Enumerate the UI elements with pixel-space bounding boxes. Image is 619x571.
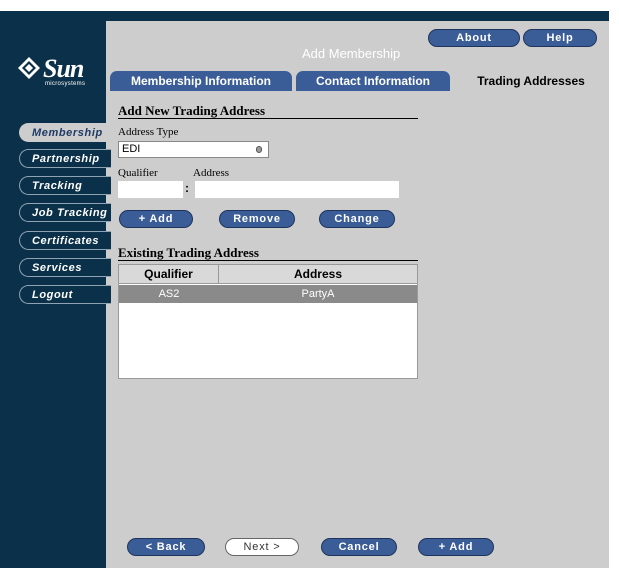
qualifier-label: Qualifier <box>118 167 158 179</box>
existing-section-divider <box>118 260 418 261</box>
page-title: Add Membership <box>302 46 401 61</box>
address-type-value: EDI <box>122 143 141 155</box>
back-button[interactable]: < Back <box>127 538 205 556</box>
tab-label: Membership Information <box>130 74 271 88</box>
table-row[interactable]: AS2 PartyA <box>119 285 417 303</box>
address-input[interactable] <box>195 181 399 198</box>
sidebar-item-partnership[interactable]: Partnership <box>19 149 111 168</box>
tab-trading-addresses[interactable]: Trading Addresses <box>455 68 607 91</box>
sidebar-item-logout[interactable]: Logout <box>19 285 111 304</box>
sidebar-item-job-tracking[interactable]: Job Tracking <box>19 203 111 222</box>
add-section-title: Add New Trading Address <box>118 103 266 118</box>
sun-diamond-icon <box>18 57 40 79</box>
sidebar-item-label: Certificates <box>32 235 100 247</box>
logo-text: Sun <box>43 54 84 83</box>
sidebar-item-services[interactable]: Services <box>19 258 111 277</box>
cancel-button[interactable]: Cancel <box>321 538 397 556</box>
sidebar-item-label: Partnership <box>32 153 100 165</box>
sidebar-item-label: Job Tracking <box>32 207 108 219</box>
add-address-button[interactable]: + Add <box>119 210 193 228</box>
dropdown-knob-icon <box>256 146 262 153</box>
qualifier-input[interactable] <box>118 181 183 198</box>
existing-section-title: Existing Trading Address <box>118 245 259 260</box>
address-type-label: Address Type <box>118 126 179 138</box>
sidebar-item-membership[interactable]: Membership <box>19 123 112 142</box>
qualifier-address-separator: : <box>185 181 189 195</box>
sidebar-item-label: Services <box>32 262 83 274</box>
next-button[interactable]: Next > <box>225 538 299 556</box>
top-bar <box>0 11 609 21</box>
help-button[interactable]: Help <box>523 29 597 47</box>
remove-address-button[interactable]: Remove <box>219 210 295 228</box>
tab-contact-information[interactable]: Contact Information <box>296 71 450 91</box>
about-button[interactable]: About <box>428 29 520 47</box>
column-header-address[interactable]: Address <box>219 265 417 284</box>
footer-add-button[interactable]: + Add <box>418 538 494 556</box>
sidebar-item-label: Tracking <box>32 180 83 192</box>
add-section-divider <box>118 118 418 119</box>
sidebar-item-label: Logout <box>32 289 73 301</box>
tab-membership-information[interactable]: Membership Information <box>110 71 292 91</box>
address-type-select[interactable]: EDI <box>118 141 269 158</box>
row-qualifier: AS2 <box>158 288 180 300</box>
sidebar-item-label: Membership <box>32 127 103 139</box>
logo-subtext: microsystems <box>45 81 86 87</box>
tab-label: Trading Addresses <box>477 74 585 88</box>
sun-logo: Sun microsystems <box>18 54 98 90</box>
column-header-qualifier[interactable]: Qualifier <box>119 265 219 284</box>
address-label: Address <box>193 167 230 179</box>
sidebar-item-tracking[interactable]: Tracking <box>19 176 111 195</box>
tab-label: Contact Information <box>316 74 430 88</box>
trading-address-table: Qualifier Address AS2 PartyA <box>118 264 418 379</box>
sidebar-item-certificates[interactable]: Certificates <box>19 231 111 250</box>
change-address-button[interactable]: Change <box>319 210 395 228</box>
row-address: PartyA <box>301 288 335 300</box>
